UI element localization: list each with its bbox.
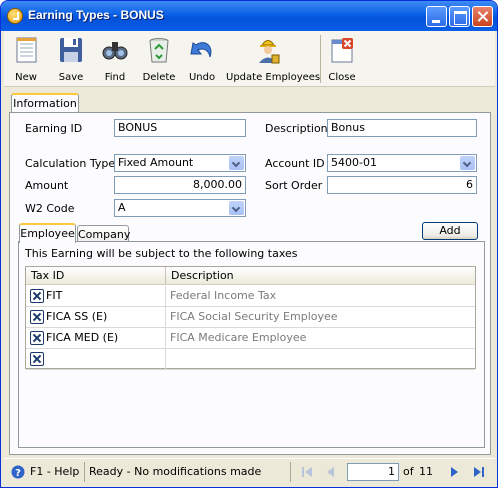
tab-employee[interactable]: Employee [19,223,76,243]
table-row[interactable]: FICA MED (E) FICA Medicare Employee [26,328,475,349]
undo-button[interactable]: Undo [182,31,222,87]
sort-order-label: Sort Order [265,179,323,192]
table-row-new[interactable] [26,349,475,370]
account-id-select[interactable]: 5400-01 [327,154,477,172]
of-label: of [403,465,414,478]
status-divider [84,462,85,482]
status-divider [290,462,291,482]
earning-id-label: Earning ID [25,122,83,135]
sort-order-field[interactable]: 6 [327,176,477,194]
tax-id-cell[interactable]: FIT [26,286,166,306]
description-cell: Federal Income Tax [170,289,277,302]
add-button[interactable]: Add [422,222,478,240]
delete-row-icon[interactable] [30,352,44,366]
tab-information[interactable]: Information [11,93,79,113]
w2-code-select[interactable]: A [114,199,246,217]
employee-taxes-panel: This Earning will be subject to the foll… [18,241,485,448]
description-label: Description [265,122,328,135]
calculation-type-select[interactable]: Fixed Amount [114,154,246,172]
account-id-value: 5400-01 [331,156,377,169]
window-title: Earning Types - BONUS [28,8,164,22]
next-record-icon[interactable] [447,466,461,478]
description-cell: FICA Social Security Employee [170,310,338,323]
close-form-icon [331,38,353,63]
calculation-type-label: Calculation Type [25,157,116,170]
status-message: Ready - No modifications made [89,465,262,478]
svg-text:?: ? [15,468,21,479]
record-number-field[interactable]: 1 [347,463,399,481]
w2-code-label: W2 Code [25,202,75,215]
close-window-button[interactable] [472,6,493,27]
help-label[interactable]: F1 - Help [30,465,79,478]
table-row[interactable]: FIT Federal Income Tax [26,286,475,307]
taxes-caption: This Earning will be subject to the foll… [25,247,298,260]
delete-row-icon[interactable] [30,331,44,345]
toolbar: New Save Find Delete Undo Update Employe… [4,31,495,87]
amount-field[interactable]: 8,000.00 [114,176,246,194]
new-document-icon [16,37,37,63]
taxes-table: Tax ID Description FIT Federal Income Ta… [25,266,476,370]
description-cell: FICA Medicare Employee [170,331,307,344]
tax-id-cell[interactable]: FICA MED (E) [26,328,166,348]
earning-id-field[interactable]: BONUS [114,119,246,137]
delete-row-icon[interactable] [30,310,44,324]
app-icon [7,8,23,24]
minimize-button[interactable] [426,6,447,27]
record-total: 11 [419,465,433,478]
new-button[interactable]: New [4,31,48,87]
worker-icon [259,40,280,64]
find-button[interactable]: Find [94,31,136,87]
window: Earning Types - BONUS New Save Find Dele… [0,0,498,488]
close-button[interactable]: Close [322,31,362,87]
save-button[interactable]: Save [50,31,92,87]
chevron-down-icon[interactable] [229,201,244,215]
update-employees-button[interactable]: Update Employees [226,31,320,87]
save-disk-icon [60,38,82,62]
column-header-tax-id[interactable]: Tax ID [26,267,166,285]
chevron-down-icon[interactable] [229,156,244,170]
delete-row-icon[interactable] [30,289,44,303]
account-id-label: Account ID [265,157,325,170]
description-field[interactable]: Bonus [327,119,477,137]
last-record-icon[interactable] [472,466,486,478]
amount-label: Amount [25,179,69,192]
toolbar-separator [320,35,321,83]
tax-id-cell[interactable]: FICA SS (E) [26,307,166,327]
description-cell [166,349,475,369]
column-header-description[interactable]: Description [166,267,475,285]
previous-record-icon[interactable] [324,466,338,478]
recycle-bin-icon [149,38,169,63]
first-record-icon[interactable] [300,466,314,478]
help-icon[interactable]: ? [11,465,25,479]
undo-arrow-icon [190,42,212,58]
chevron-down-icon[interactable] [460,156,475,170]
calculation-type-value: Fixed Amount [118,156,194,169]
w2-code-value: A [118,201,126,214]
tax-id-cell[interactable] [26,349,166,369]
table-header: Tax ID Description [26,267,475,285]
status-bar: ? F1 - Help Ready - No modifications mad… [4,458,495,484]
delete-button[interactable]: Delete [138,31,180,87]
information-panel: Earning ID BONUS Description Bonus Calcu… [9,112,491,455]
maximize-button[interactable] [449,6,470,27]
binoculars-icon [102,42,128,60]
table-row[interactable]: FICA SS (E) FICA Social Security Employe… [26,307,475,328]
title-bar: Earning Types - BONUS [1,1,497,31]
